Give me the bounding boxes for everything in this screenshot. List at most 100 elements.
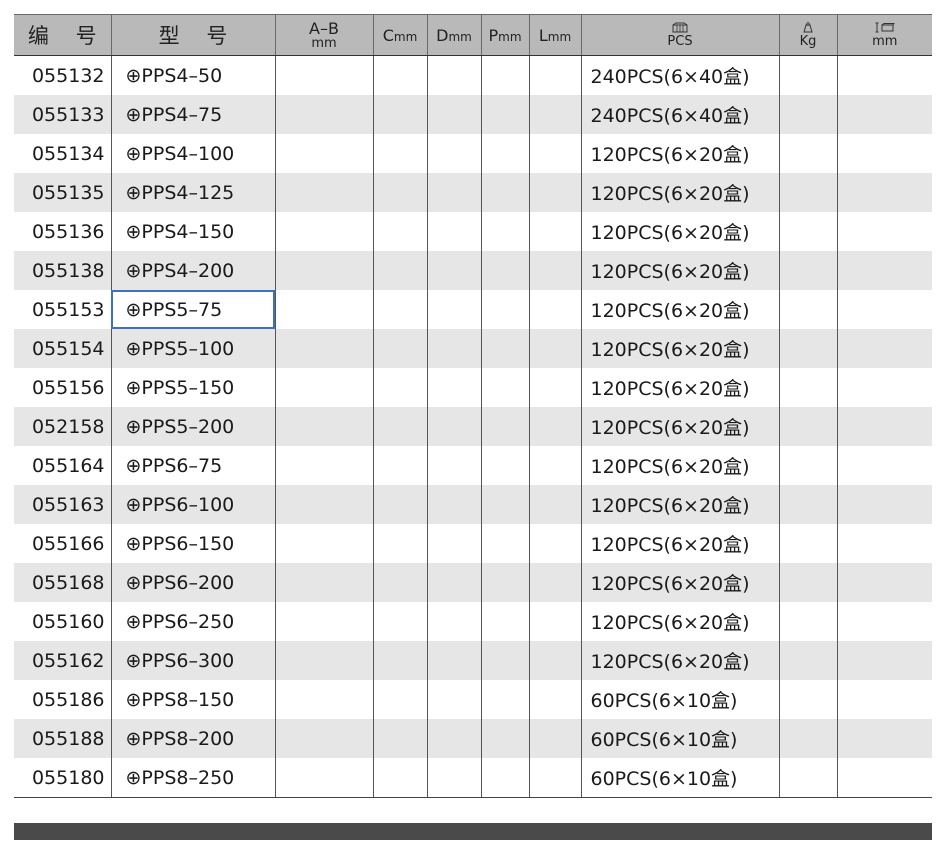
header-c[interactable]: Cmm — [372, 14, 427, 56]
cell-weight[interactable] — [778, 602, 837, 641]
cell-l[interactable] — [528, 485, 581, 524]
cell-c[interactable] — [372, 329, 427, 368]
cell-code[interactable]: 055166 — [14, 524, 111, 563]
cell-c[interactable] — [372, 290, 427, 329]
cell-pack[interactable]: 120PCS(6×20盒) — [580, 368, 779, 407]
cell-l[interactable] — [528, 680, 581, 719]
cell-size[interactable] — [836, 446, 932, 485]
header-d[interactable]: Dmm — [426, 14, 481, 56]
cell-d[interactable] — [426, 563, 481, 602]
cell-model[interactable]: ⊕PPS4–150 — [110, 212, 275, 251]
cell-size[interactable] — [836, 55, 932, 95]
header-l[interactable]: Lmm — [528, 14, 581, 56]
table-row[interactable]: 055162 ⊕PPS6–300 120PCS(6×20盒) — [14, 641, 932, 680]
cell-code[interactable]: 055132 — [14, 56, 111, 96]
cell-weight[interactable] — [778, 290, 837, 329]
cell-model[interactable]: ⊕PPS5–150 — [110, 368, 275, 407]
cell-c[interactable] — [372, 602, 427, 641]
table-row[interactable]: 055154 ⊕PPS5–100 120PCS(6×20盒) — [14, 329, 932, 368]
cell-d[interactable] — [426, 95, 481, 134]
table-row[interactable]: 055180 ⊕PPS8–250 60PCS(6×10盒) — [14, 758, 932, 798]
header-p[interactable]: Pmm — [480, 14, 529, 56]
cell-model[interactable]: ⊕PPS8–200 — [110, 719, 275, 758]
cell-code[interactable]: 055154 — [14, 329, 111, 368]
cell-c[interactable] — [372, 758, 427, 798]
cell-weight[interactable] — [778, 446, 837, 485]
table-row[interactable]: 055153 ⊕PPS5–75 120PCS(6×20盒) — [14, 290, 932, 329]
cell-pack[interactable]: 120PCS(6×20盒) — [580, 251, 779, 290]
table-row[interactable]: 055166 ⊕PPS6–150 120PCS(6×20盒) — [14, 524, 932, 563]
cell-size[interactable] — [836, 602, 932, 641]
cell-model[interactable]: ⊕PPS4–75 — [110, 95, 275, 134]
header-a-b[interactable]: A–B mm — [274, 14, 373, 56]
cell-pack[interactable]: 120PCS(6×20盒) — [580, 446, 779, 485]
cell-d[interactable] — [426, 329, 481, 368]
cell-model[interactable]: ⊕PPS8–150 — [110, 680, 275, 719]
cell-model[interactable]: ⊕PPS6–200 — [110, 563, 275, 602]
cell-p[interactable] — [480, 212, 529, 251]
header-model[interactable]: 型 号 — [110, 14, 275, 56]
cell-p[interactable] — [480, 173, 529, 212]
table-row[interactable]: 055186 ⊕PPS8–150 60PCS(6×10盒) — [14, 680, 932, 719]
header-weight[interactable]: Kg — [778, 14, 837, 56]
cell-a-b[interactable] — [274, 524, 373, 563]
cell-pack[interactable]: 120PCS(6×20盒) — [580, 212, 779, 251]
cell-p[interactable] — [480, 602, 529, 641]
cell-d[interactable] — [426, 173, 481, 212]
cell-weight[interactable] — [778, 251, 837, 290]
cell-code[interactable]: 055164 — [14, 446, 111, 485]
cell-p[interactable] — [480, 290, 529, 329]
cell-p[interactable] — [480, 758, 529, 798]
cell-model[interactable]: ⊕PPS5–75 — [110, 290, 275, 329]
cell-code[interactable]: 055188 — [14, 719, 111, 758]
cell-size[interactable] — [836, 290, 932, 329]
cell-d[interactable] — [426, 485, 481, 524]
cell-p[interactable] — [480, 368, 529, 407]
cell-size[interactable] — [836, 563, 932, 602]
cell-pack[interactable]: 120PCS(6×20盒) — [580, 641, 779, 680]
cell-d[interactable] — [426, 602, 481, 641]
cell-pack[interactable]: 120PCS(6×20盒) — [580, 407, 779, 446]
cell-weight[interactable] — [778, 329, 837, 368]
cell-size[interactable] — [836, 407, 932, 446]
cell-size[interactable] — [836, 524, 932, 563]
cell-p[interactable] — [480, 719, 529, 758]
cell-l[interactable] — [528, 212, 581, 251]
cell-p[interactable] — [480, 55, 529, 95]
cell-a-b[interactable] — [274, 758, 373, 798]
cell-code[interactable]: 055163 — [14, 485, 111, 524]
cell-size[interactable] — [836, 173, 932, 212]
cell-a-b[interactable] — [274, 485, 373, 524]
table-row[interactable]: 055156 ⊕PPS5–150 120PCS(6×20盒) — [14, 368, 932, 407]
cell-pack[interactable]: 120PCS(6×20盒) — [580, 563, 779, 602]
cell-size[interactable] — [836, 134, 932, 173]
cell-pack[interactable]: 120PCS(6×20盒) — [580, 173, 779, 212]
cell-c[interactable] — [372, 446, 427, 485]
cell-pack[interactable]: 120PCS(6×20盒) — [580, 524, 779, 563]
cell-p[interactable] — [480, 680, 529, 719]
cell-size[interactable] — [836, 251, 932, 290]
cell-l[interactable] — [528, 524, 581, 563]
cell-pack[interactable]: 120PCS(6×20盒) — [580, 602, 779, 641]
cell-p[interactable] — [480, 563, 529, 602]
cell-d[interactable] — [426, 641, 481, 680]
cell-a-b[interactable] — [274, 95, 373, 134]
cell-pack[interactable]: 240PCS(6×40盒) — [580, 55, 779, 95]
table-row[interactable]: 055160 ⊕PPS6–250 120PCS(6×20盒) — [14, 602, 932, 641]
cell-l[interactable] — [528, 55, 581, 95]
cell-c[interactable] — [372, 641, 427, 680]
cell-l[interactable] — [528, 641, 581, 680]
cell-p[interactable] — [480, 95, 529, 134]
cell-c[interactable] — [372, 719, 427, 758]
cell-weight[interactable] — [778, 485, 837, 524]
cell-p[interactable] — [480, 485, 529, 524]
cell-a-b[interactable] — [274, 680, 373, 719]
table-row[interactable]: 055168 ⊕PPS6–200 120PCS(6×20盒) — [14, 563, 932, 602]
cell-model[interactable]: ⊕PPS4–100 — [110, 134, 275, 173]
cell-c[interactable] — [372, 407, 427, 446]
cell-a-b[interactable] — [274, 407, 373, 446]
cell-weight[interactable] — [778, 95, 837, 134]
cell-model[interactable]: ⊕PPS5–100 — [110, 329, 275, 368]
cell-pack[interactable]: 240PCS(6×40盒) — [580, 95, 779, 134]
cell-c[interactable] — [372, 524, 427, 563]
